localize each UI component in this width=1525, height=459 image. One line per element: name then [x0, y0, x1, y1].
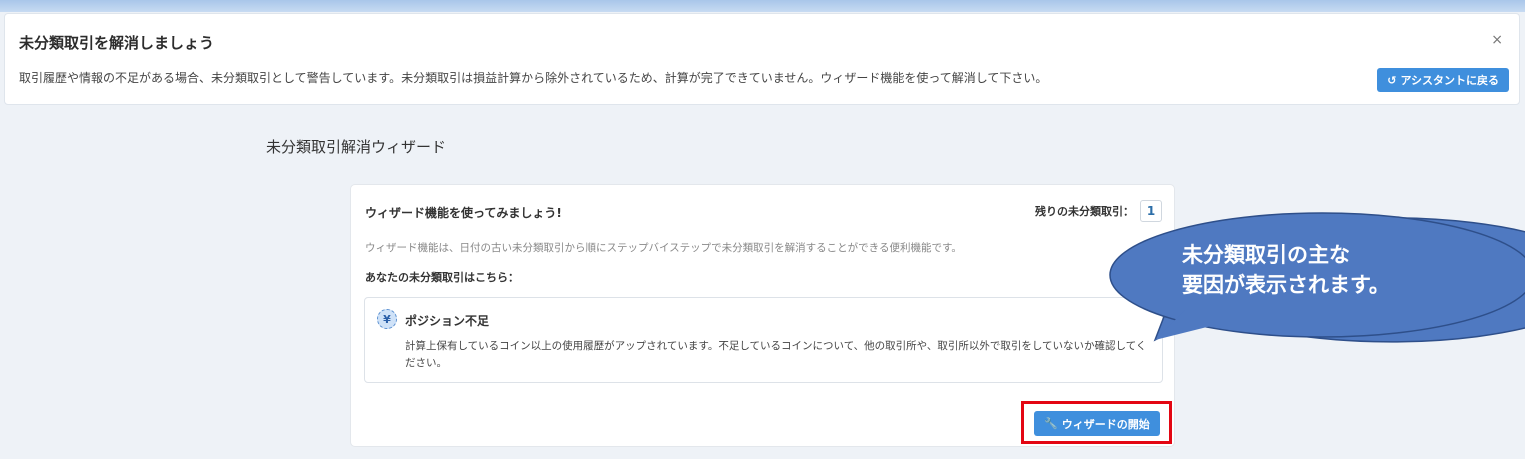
issue-item: ¥ ポジション不足 計算上保有しているコイン以上の使用履歴がアップされています。… — [364, 297, 1163, 383]
card-title: ウィザード機能を使ってみましょう! — [365, 206, 562, 220]
issue-description: 計算上保有しているコイン以上の使用履歴がアップされています。不足しているコインに… — [405, 340, 1147, 369]
back-button-label: アシスタントに戻る — [1400, 74, 1499, 87]
card-description: ウィザード機能は、日付の古い未分類取引から順にステップバイステップで未分類取引を… — [365, 242, 962, 254]
issue-title: ポジション不足 — [405, 314, 490, 328]
undo-arrow-icon: ↺ — [1387, 73, 1397, 87]
callout-line-1: 未分類取引の主な — [1182, 243, 1350, 267]
page-title: 未分類取引解消ウィザード — [266, 138, 447, 156]
callout-text: 未分類取引の主な 要因が表示されます。 — [1182, 240, 1390, 300]
back-to-assistant-button[interactable]: ↺ アシスタントに戻る — [1377, 68, 1509, 92]
yen-coin-icon: ¥ — [377, 309, 397, 329]
callout-line-2: 要因が表示されます。 — [1182, 273, 1390, 297]
close-icon[interactable]: × — [1491, 32, 1503, 48]
unclassified-heading: あなたの未分類取引はこちら： — [365, 271, 519, 284]
banner-title: 未分類取引を解消しましょう — [19, 34, 215, 52]
top-strip — [0, 0, 1525, 12]
highlight-box — [1021, 401, 1172, 444]
banner-text: 取引履歴や情報の不足がある場合、未分類取引として警告しています。未分類取引は損益… — [19, 71, 1048, 85]
notice-banner: 未分類取引を解消しましょう × 取引履歴や情報の不足がある場合、未分類取引として… — [4, 13, 1520, 105]
